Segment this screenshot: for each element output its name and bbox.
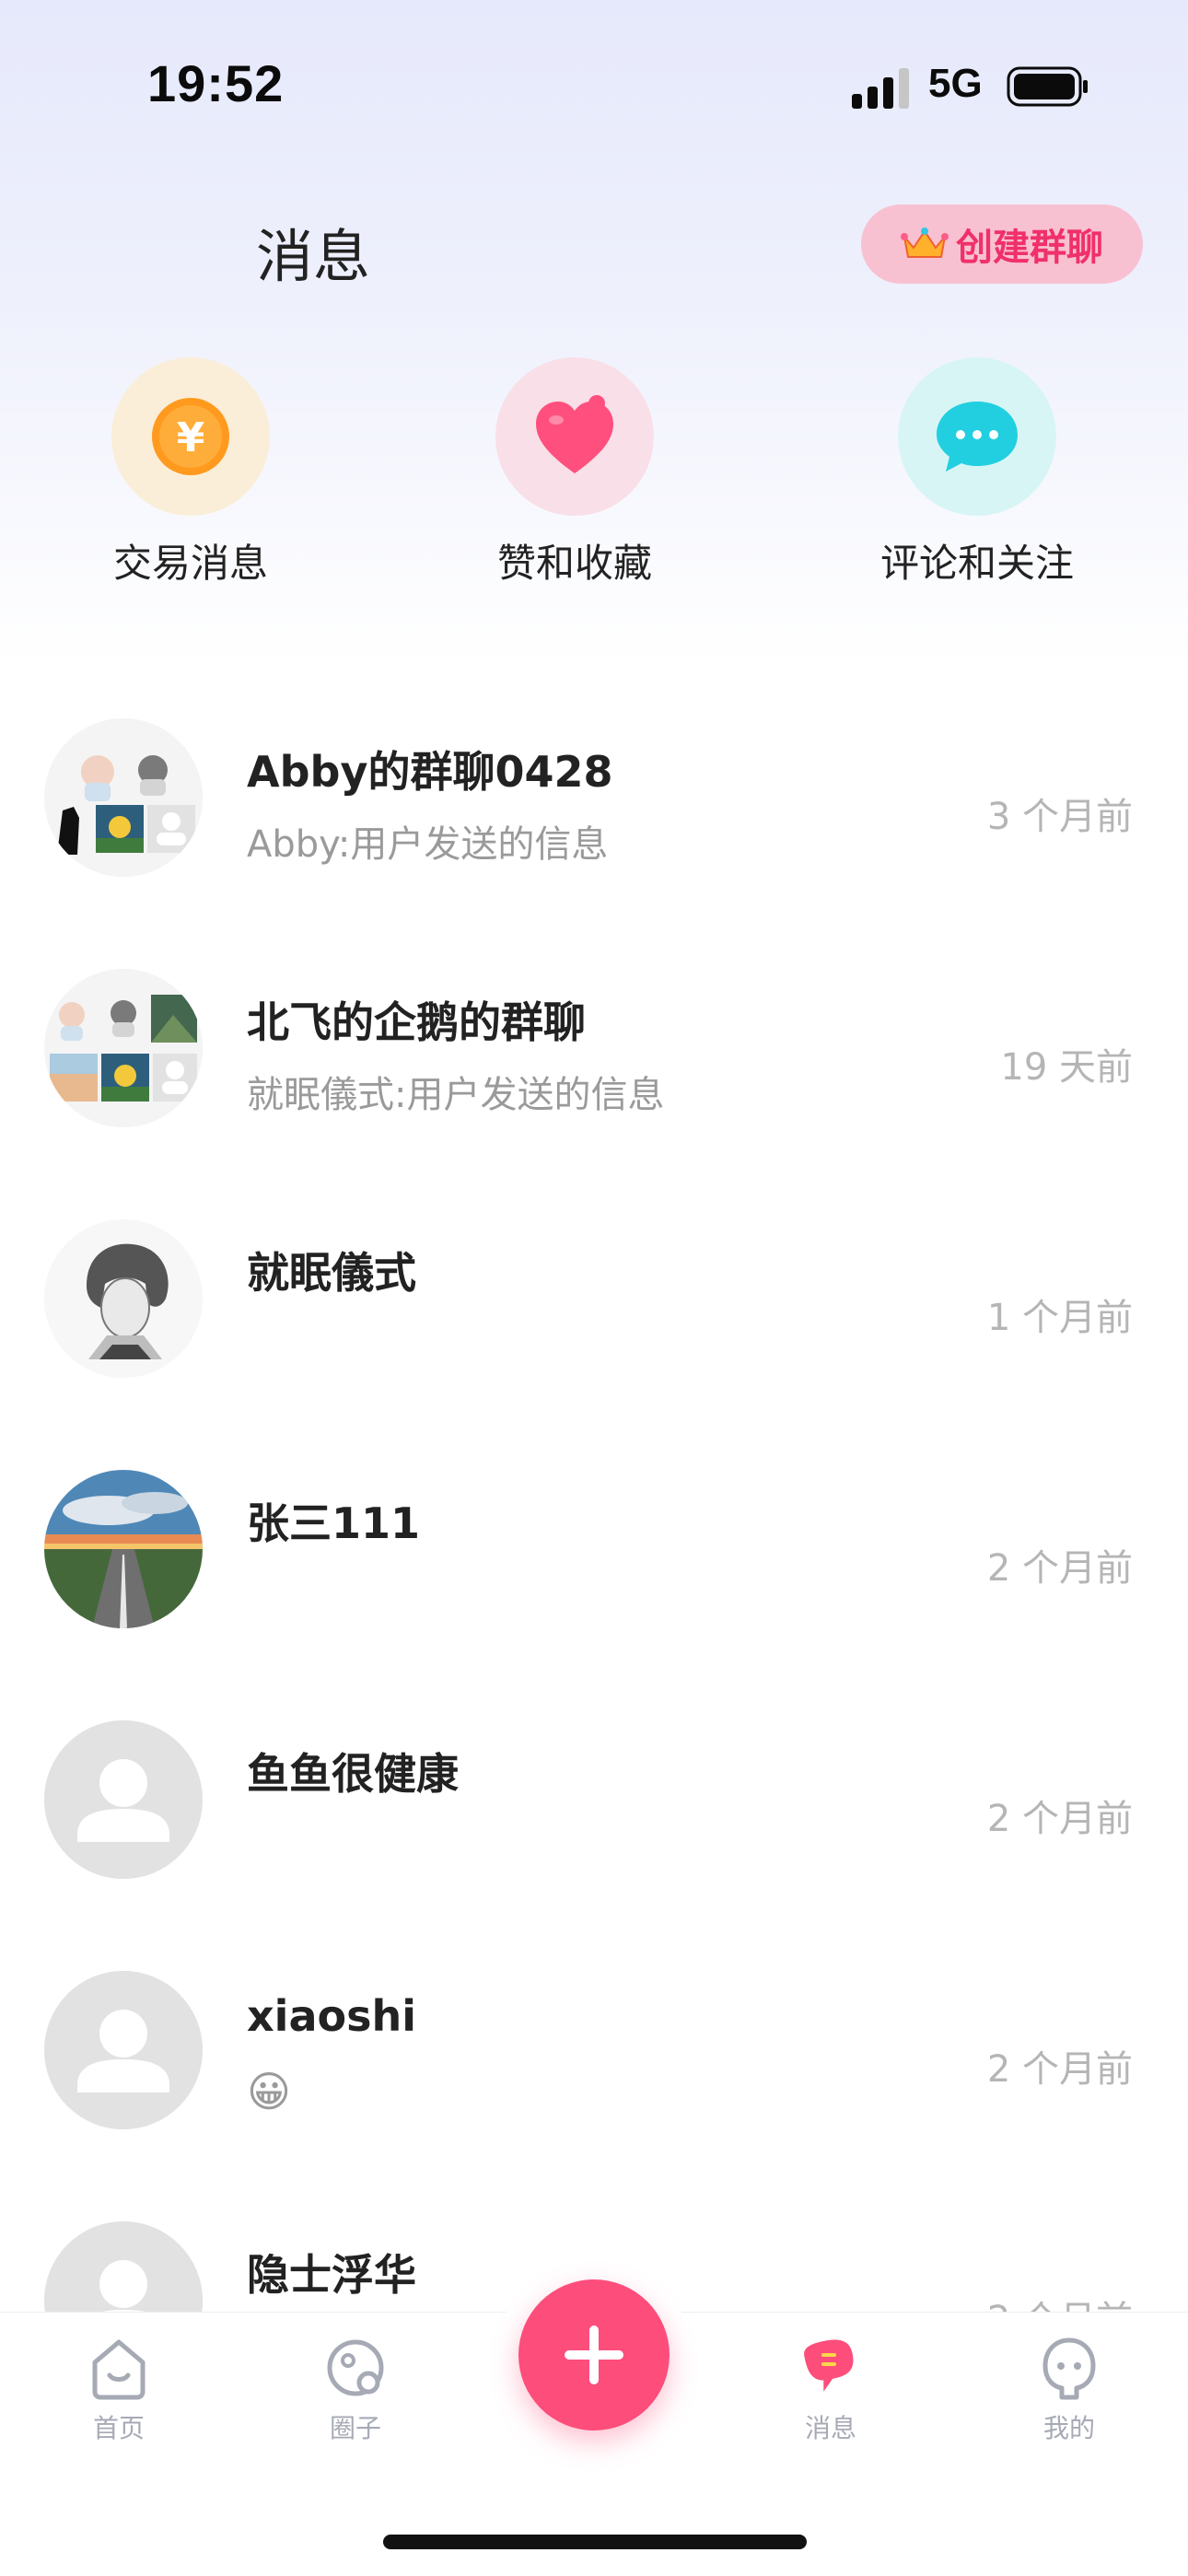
tab-messages[interactable]: 消息 [757, 2331, 904, 2445]
group-avatar-grid-icon [44, 969, 203, 1127]
likes-icon-circle [495, 357, 654, 516]
group-avatar [44, 718, 203, 877]
list-item[interactable]: Abby的群聊0428 Abby:用户发送的信息 3 个月前 [0, 711, 1188, 962]
home-icon [92, 2339, 146, 2400]
svg-text:¥: ¥ [177, 414, 205, 461]
signal-bars-icon [852, 68, 909, 109]
crown-icon [901, 227, 949, 258]
quick-action-label: 评论和关注 [879, 541, 1074, 586]
user-avatar [44, 1219, 203, 1378]
conversation-preview: 就眠儀式:用户发送的信息 [247, 1074, 665, 1116]
sunset-road-photo-icon [44, 1470, 203, 1628]
default-user-icon [44, 1720, 203, 1879]
conversation-time: 3 个月前 [986, 796, 1133, 838]
user-avatar [44, 1720, 203, 1879]
tab-label: 我的 [1042, 2413, 1095, 2443]
profile-icon [1042, 2337, 1096, 2400]
quick-action-likes-favorites[interactable]: 赞和收藏 [437, 357, 713, 589]
list-item[interactable]: 鱼鱼很健康 2 个月前 [0, 1713, 1188, 1964]
status-bar: 19:52 5G [0, 0, 1188, 175]
default-user-icon [44, 1971, 203, 2129]
message-icon [804, 2339, 854, 2392]
sketch-portrait-icon [44, 1219, 203, 1378]
conversation-time: 1 个月前 [986, 1297, 1133, 1339]
conversation-time: 2 个月前 [986, 2048, 1133, 2091]
conversation-name: 鱼鱼很健康 [247, 1749, 459, 1799]
quick-action-trade-messages[interactable]: ¥ 交易消息 [52, 357, 329, 589]
yen-coin-icon: ¥ [152, 398, 229, 475]
circle-icon [327, 2339, 384, 2396]
tab-label: 首页 [92, 2413, 145, 2443]
add-post-button[interactable] [518, 2279, 670, 2430]
conversation-time: 19 天前 [1000, 1046, 1133, 1089]
conversation-preview: Abby:用户发送的信息 [247, 823, 609, 866]
conversation-time: 2 个月前 [986, 1798, 1133, 1840]
tab-label: 消息 [804, 2413, 856, 2443]
group-avatar [44, 969, 203, 1127]
conversation-name: 隐士浮华 [247, 2250, 416, 2300]
list-item[interactable]: 就眠儀式 1 个月前 [0, 1212, 1188, 1463]
quick-action-comments-follows[interactable]: 评论和关注 [839, 357, 1115, 589]
conversation-name: 张三111 [247, 1498, 421, 1548]
conversation-time: 2 个月前 [986, 1547, 1133, 1590]
tab-profile[interactable]: 我的 [996, 2331, 1143, 2445]
list-item[interactable]: xiaoshi 😀 2 个月前 [0, 1964, 1188, 2214]
conversation-preview: 😀 [247, 2067, 291, 2116]
conversation-name: Abby的群聊0428 [247, 747, 613, 797]
network-type: 5G [928, 61, 983, 106]
user-avatar [44, 1470, 203, 1628]
tab-label: 圈子 [329, 2413, 381, 2443]
user-avatar [44, 1971, 203, 2129]
comments-icon-circle [898, 357, 1056, 516]
tab-circle[interactable]: 圈子 [282, 2331, 429, 2445]
battery-icon [1007, 66, 1088, 107]
chat-bubble-icon [937, 402, 1018, 472]
plus-icon [565, 2325, 623, 2384]
quick-action-label: 赞和收藏 [496, 541, 652, 586]
conversation-name: 北飞的企鹅的群聊 [247, 997, 586, 1047]
status-time: 19:52 [147, 54, 285, 112]
tab-home[interactable]: 首页 [45, 2331, 192, 2445]
list-item[interactable]: 张三111 2 个月前 [0, 1463, 1188, 1713]
conversation-name: 就眠儀式 [247, 1248, 416, 1298]
home-indicator [383, 2535, 807, 2549]
group-avatar-grid-icon [44, 718, 203, 877]
quick-action-label: 交易消息 [112, 541, 268, 586]
page-title: 消息 [256, 223, 371, 290]
heart-icon [536, 395, 613, 473]
create-group-button[interactable]: 创建群聊 [861, 204, 1143, 284]
create-group-label: 创建群聊 [956, 227, 1103, 268]
conversation-name: xiaoshi [247, 1991, 416, 2041]
list-item[interactable]: 北飞的企鹅的群聊 就眠儀式:用户发送的信息 19 天前 [0, 962, 1188, 1212]
trade-icon-circle: ¥ [111, 357, 270, 516]
